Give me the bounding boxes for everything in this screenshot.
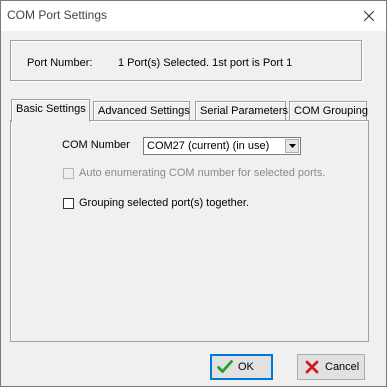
auto-enumerating-label: Auto enumerating COM number for selected… xyxy=(79,167,326,179)
port-info-group: Port Number: 1 Port(s) Selected. 1st por… xyxy=(10,40,362,81)
grouping-label[interactable]: Grouping selected port(s) together. xyxy=(79,197,249,209)
com-number-label: COM Number xyxy=(62,139,130,151)
ok-button[interactable]: OK xyxy=(210,354,273,380)
dropdown-button[interactable] xyxy=(285,139,299,153)
close-button[interactable] xyxy=(358,5,380,27)
grouping-checkbox[interactable] xyxy=(63,197,74,209)
tab-advanced-settings[interactable]: Advanced Settings xyxy=(93,101,190,121)
com-port-settings-window: COM Port Settings Port Number: 1 Port(s)… xyxy=(0,0,387,387)
tab-com-grouping[interactable]: COM Grouping xyxy=(289,101,368,121)
port-number-value: 1 Port(s) Selected. 1st port is Port 1 xyxy=(118,57,293,69)
cross-icon xyxy=(305,360,319,374)
check-icon xyxy=(217,360,233,373)
ok-label: OK xyxy=(238,361,254,373)
tab-basic-settings[interactable]: Basic Settings xyxy=(11,99,90,122)
auto-enumerating-checkbox xyxy=(63,167,74,179)
com-number-value: COM27 (current) (in use) xyxy=(147,140,270,152)
window-title: COM Port Settings xyxy=(7,8,108,22)
auto-enumerating-option: Auto enumerating COM number for selected… xyxy=(63,167,325,179)
cancel-button[interactable]: Cancel xyxy=(297,354,365,380)
grouping-option[interactable]: Grouping selected port(s) together. xyxy=(63,197,249,209)
close-icon xyxy=(364,11,374,21)
title-bar[interactable]: COM Port Settings xyxy=(1,1,386,31)
chevron-down-icon xyxy=(288,144,296,148)
cancel-label: Cancel xyxy=(325,361,360,373)
com-number-select[interactable]: COM27 (current) (in use) xyxy=(143,137,301,155)
tab-serial-parameters[interactable]: Serial Parameters xyxy=(195,101,288,121)
port-number-label: Port Number: xyxy=(27,57,93,69)
